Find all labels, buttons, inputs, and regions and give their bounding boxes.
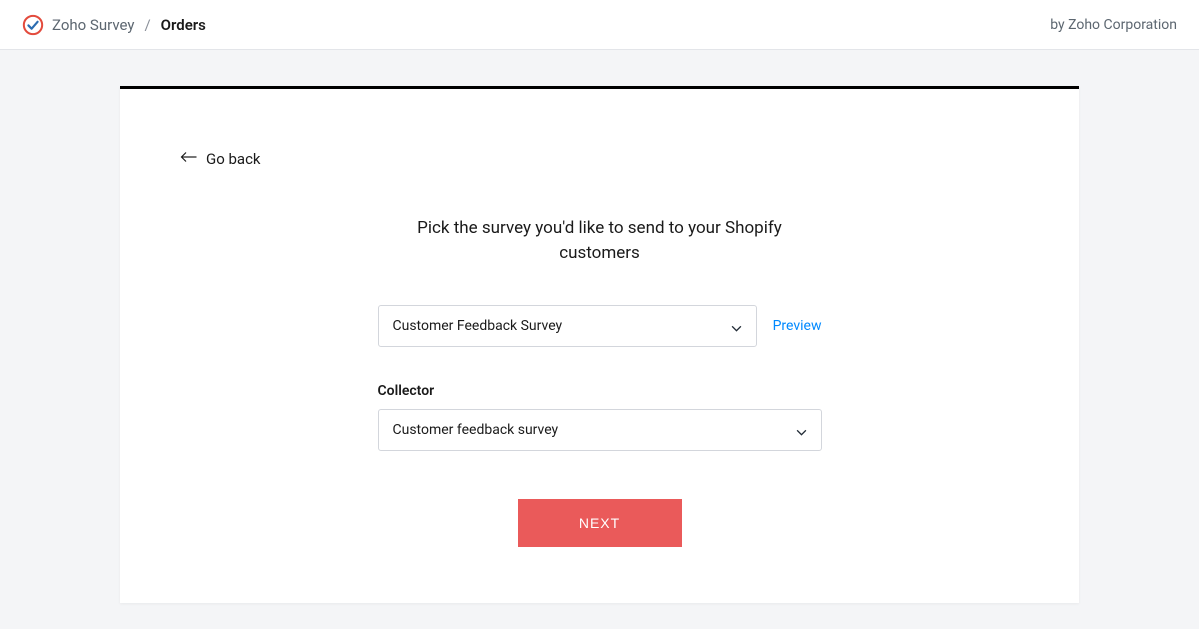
zoho-survey-logo-icon — [22, 14, 44, 36]
survey-select-row: Customer Feedback Survey Preview — [378, 305, 822, 347]
collector-select-value: Customer feedback survey — [393, 422, 559, 438]
page-body: Go back Pick the survey you'd like to se… — [0, 50, 1199, 603]
form-section: Customer Feedback Survey Preview Collect… — [378, 305, 822, 547]
arrow-left-icon — [180, 150, 198, 168]
page-title: Orders — [161, 16, 206, 34]
chevron-down-icon — [796, 421, 807, 440]
byline: by Zoho Corporation — [1050, 17, 1177, 33]
go-back-label: Go back — [206, 150, 261, 168]
chevron-down-icon — [731, 317, 742, 336]
app-name[interactable]: Zoho Survey — [52, 16, 134, 34]
instruction-heading: Pick the survey you'd like to send to yo… — [390, 216, 810, 265]
survey-select[interactable]: Customer Feedback Survey — [378, 305, 757, 347]
collector-select[interactable]: Customer feedback survey — [378, 409, 822, 451]
preview-link[interactable]: Preview — [773, 318, 822, 334]
top-bar: Zoho Survey / Orders by Zoho Corporation — [0, 0, 1199, 50]
survey-select-value: Customer Feedback Survey — [393, 318, 563, 334]
breadcrumb: Zoho Survey / Orders — [22, 14, 206, 36]
collector-label: Collector — [378, 383, 822, 399]
main-card: Go back Pick the survey you'd like to se… — [120, 86, 1079, 603]
next-button[interactable]: NEXT — [518, 499, 682, 547]
go-back-link[interactable]: Go back — [180, 150, 261, 168]
breadcrumb-separator: / — [144, 16, 150, 34]
collector-field: Collector Customer feedback survey — [378, 383, 822, 451]
